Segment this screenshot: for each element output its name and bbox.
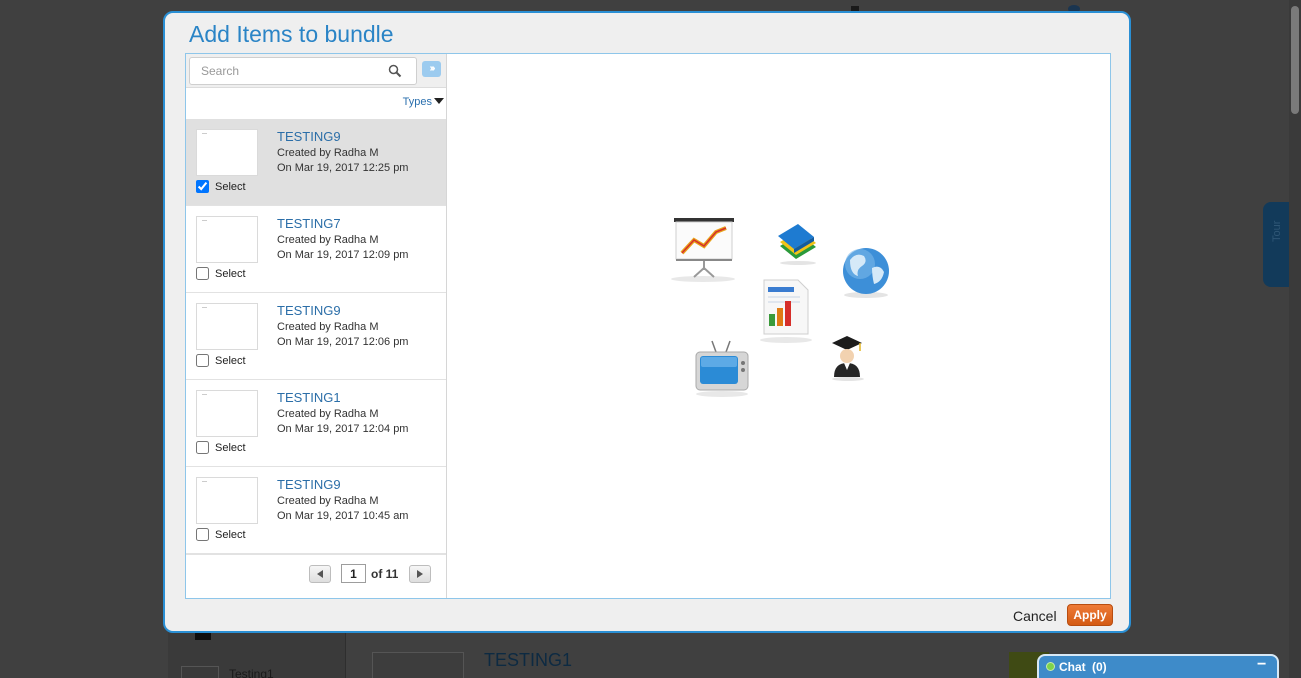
types-label: Types: [402, 96, 432, 108]
chat-bar[interactable]: Chat (0) −: [1037, 654, 1279, 678]
list-item[interactable]: Select TESTING9 Created by Radha M On Ma…: [186, 119, 446, 206]
list-item[interactable]: Select TESTING9 Created by Radha M On Ma…: [186, 467, 446, 554]
arrow-left-icon: [317, 570, 323, 578]
next-page-button[interactable]: [409, 565, 431, 583]
item-title[interactable]: TESTING9: [277, 303, 341, 318]
item-select-label: Select: [215, 529, 246, 541]
chat-count: (0): [1092, 660, 1107, 674]
modal-title: Add Items to bundle: [189, 21, 394, 47]
add-items-modal: Add Items to bundle ››› Types: [163, 11, 1131, 633]
item-thumbnail: [196, 303, 258, 350]
item-title[interactable]: TESTING7: [277, 216, 341, 231]
scrollbar-thumb[interactable]: [1291, 6, 1299, 114]
item-select-checkbox[interactable]: [196, 180, 209, 193]
list-item[interactable]: Select TESTING7 Created by Radha M On Ma…: [186, 206, 446, 293]
item-date: On Mar 19, 2017 12:06 pm: [277, 336, 409, 348]
expand-preview-button[interactable]: ›››: [422, 61, 441, 77]
item-select-label: Select: [215, 442, 246, 454]
background-item-title: TESTING1: [484, 650, 573, 670]
background-left-item: Testing1: [229, 667, 274, 678]
presentation-chart-icon: [671, 218, 735, 282]
pagination: of 11: [186, 554, 446, 598]
item-select-label: Select: [215, 181, 246, 193]
arrow-right-icon: [417, 570, 423, 578]
item-select-label: Select: [215, 355, 246, 367]
online-status-icon: [1046, 662, 1055, 671]
item-creator: Created by Radha M: [277, 147, 379, 159]
search-icon[interactable]: [388, 64, 402, 78]
background-left-thumbnail: [181, 666, 219, 678]
globe-icon: [843, 248, 889, 298]
item-select-label: Select: [215, 268, 246, 280]
list-item[interactable]: Select TESTING1 Created by Radha M On Ma…: [186, 380, 446, 467]
item-date: On Mar 19, 2017 12:25 pm: [277, 162, 409, 174]
page-scrollbar[interactable]: [1289, 0, 1301, 678]
item-title[interactable]: TESTING9: [277, 477, 341, 492]
item-creator: Created by Radha M: [277, 234, 379, 246]
item-select-checkbox[interactable]: [196, 267, 209, 280]
types-filter-row: Types: [186, 89, 446, 119]
item-date: On Mar 19, 2017 12:09 pm: [277, 249, 409, 261]
graduate-icon: [832, 336, 864, 381]
item-creator: Created by Radha M: [277, 408, 379, 420]
item-select-checkbox[interactable]: [196, 528, 209, 541]
item-date: On Mar 19, 2017 10:45 am: [277, 510, 409, 522]
apply-button[interactable]: Apply: [1067, 604, 1113, 626]
item-title[interactable]: TESTING1: [277, 390, 341, 405]
caret-down-icon: [434, 98, 444, 104]
types-dropdown[interactable]: Types: [403, 96, 444, 108]
item-select-checkbox[interactable]: [196, 354, 209, 367]
background-thumbnail: [372, 652, 464, 678]
item-select-checkbox[interactable]: [196, 441, 209, 454]
item-thumbnail: [196, 477, 258, 524]
preview-pane: [448, 54, 1110, 598]
minimize-icon[interactable]: −: [1257, 656, 1266, 674]
page-number-input[interactable]: [341, 564, 366, 583]
item-creator: Created by Radha M: [277, 321, 379, 333]
item-creator: Created by Radha M: [277, 495, 379, 507]
item-date: On Mar 19, 2017 12:04 pm: [277, 423, 409, 435]
list-item[interactable]: Select TESTING9 Created by Radha M On Ma…: [186, 293, 446, 380]
search-input[interactable]: [189, 57, 417, 85]
cancel-button[interactable]: Cancel: [1013, 608, 1057, 624]
page-count: of 11: [371, 567, 399, 581]
item-thumbnail: [196, 129, 258, 176]
previous-page-button[interactable]: [309, 565, 331, 583]
modal-content: ››› Types Select TESTING9 Created by Rad…: [185, 53, 1111, 599]
item-picker-column: ››› Types Select TESTING9 Created by Rad…: [186, 54, 447, 598]
search-bar: ›››: [186, 54, 446, 88]
television-icon: [695, 340, 749, 397]
item-title[interactable]: TESTING9: [277, 129, 341, 144]
report-chart-icon: [760, 279, 812, 343]
item-thumbnail: [196, 390, 258, 437]
item-thumbnail: [196, 216, 258, 263]
chat-label: Chat: [1059, 660, 1086, 674]
content-types-illustration: [671, 218, 889, 397]
tour-tab-label: Tour: [1271, 220, 1283, 242]
item-list: Select TESTING9 Created by Radha M On Ma…: [186, 119, 446, 554]
books-icon: [778, 224, 816, 265]
